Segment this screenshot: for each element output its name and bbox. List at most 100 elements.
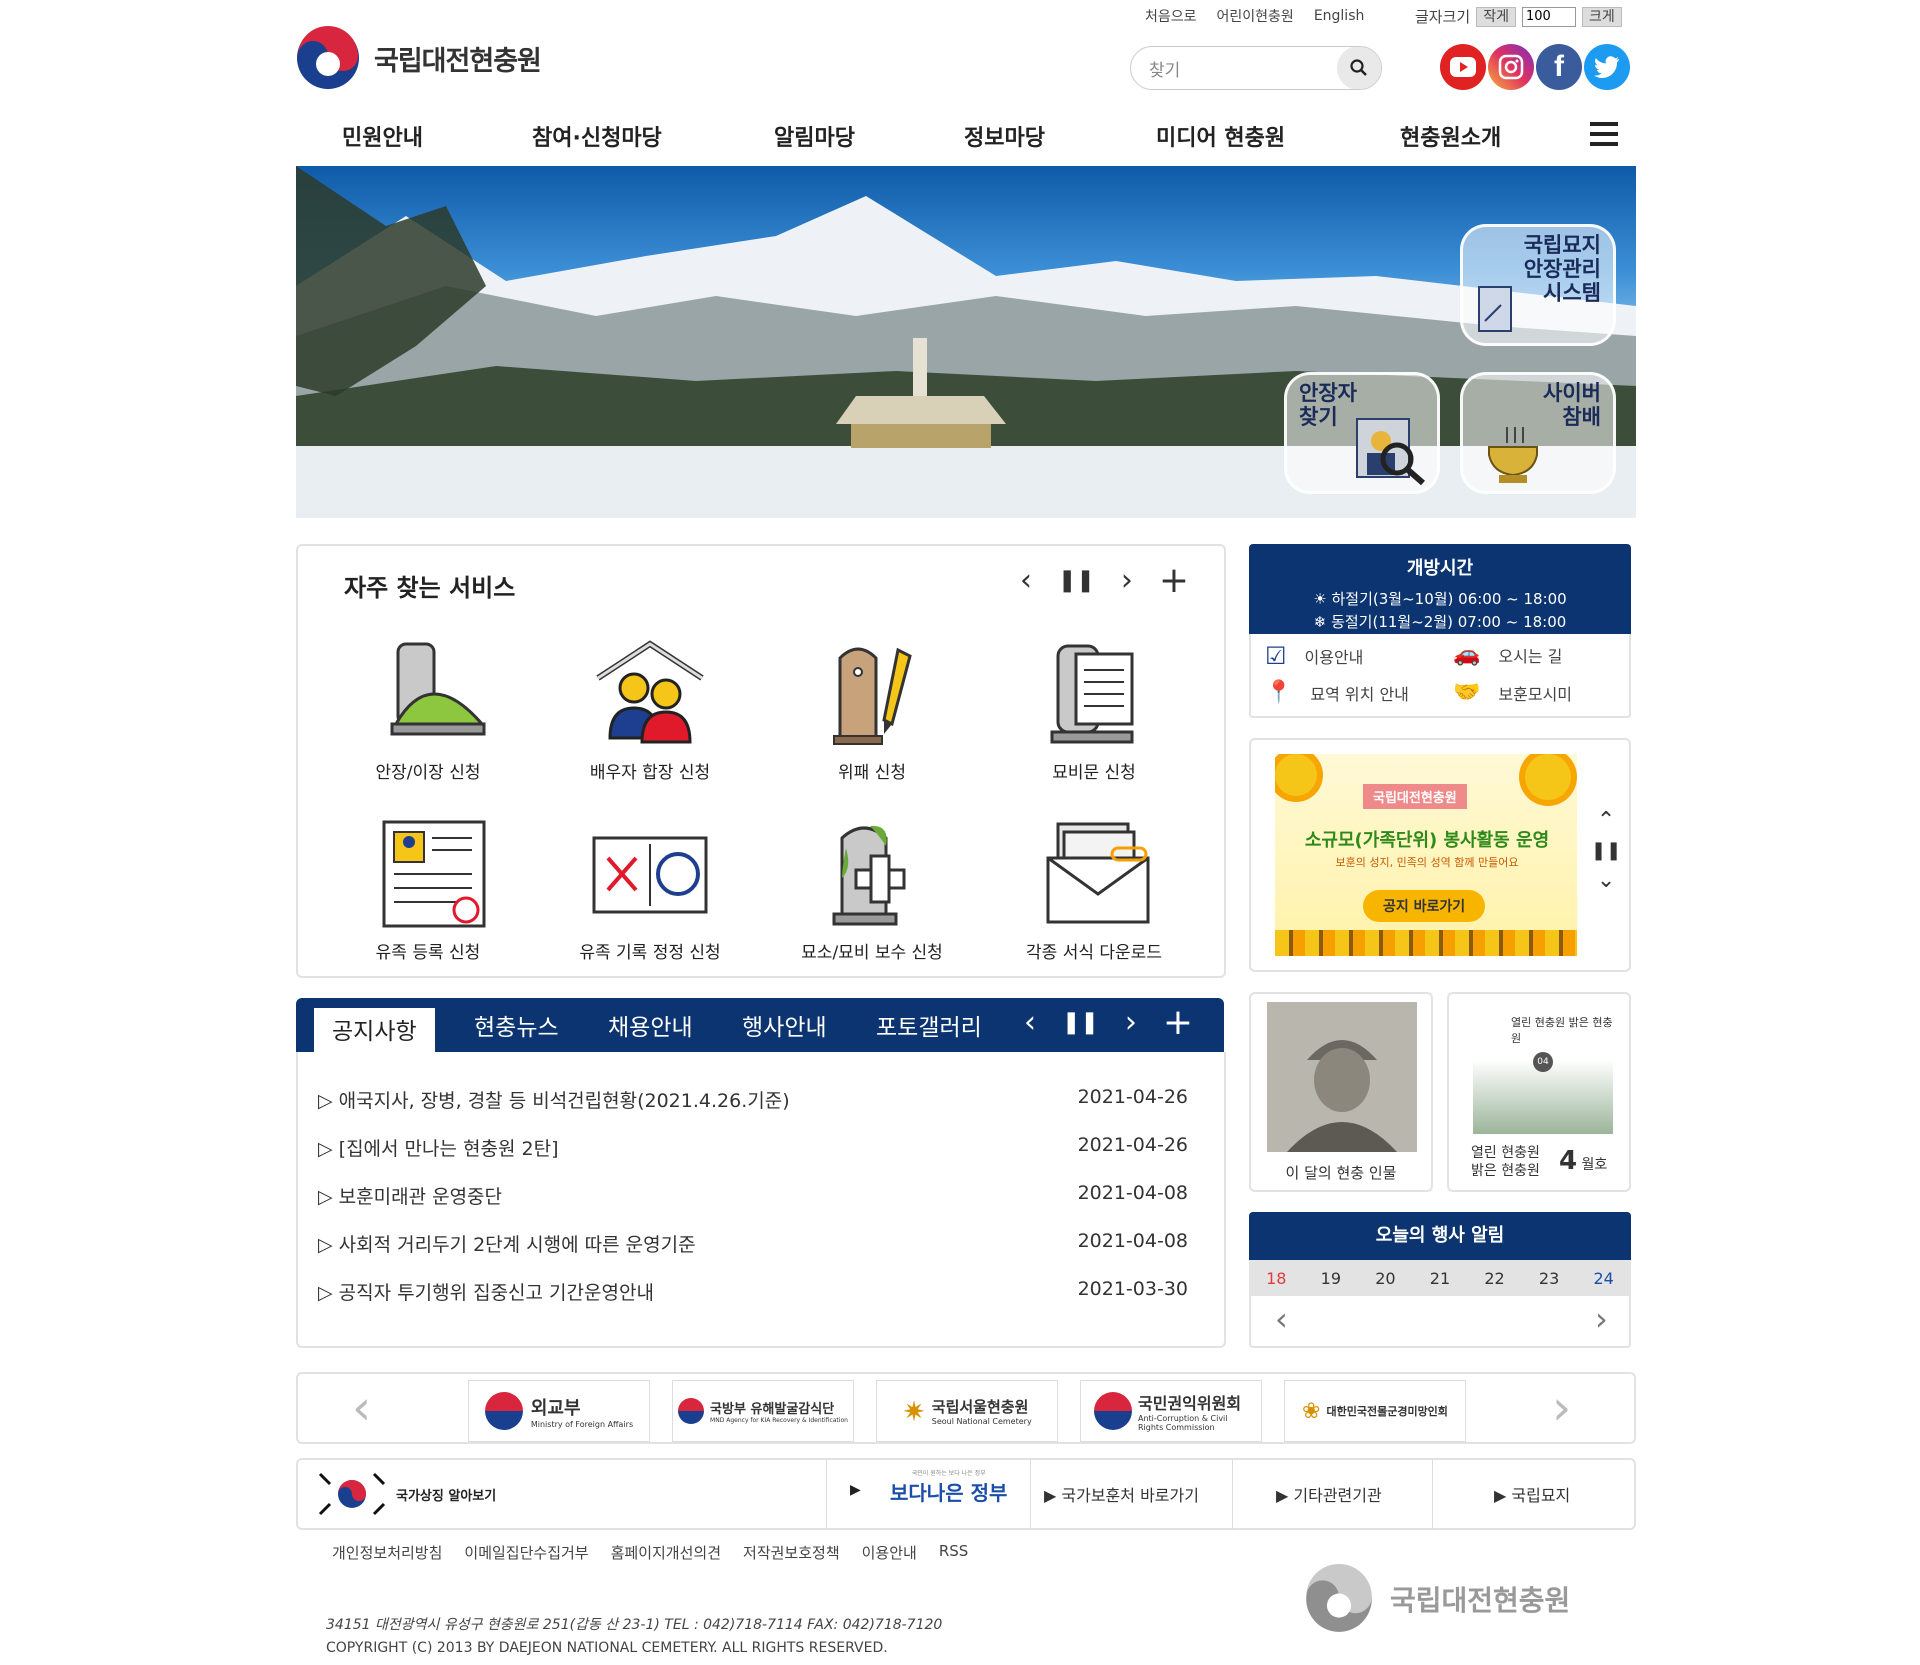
nav-about[interactable]: 현충원소개 bbox=[1400, 120, 1501, 152]
footer-link-guide[interactable]: 이용안내 bbox=[862, 1542, 917, 1563]
up-icon[interactable]: ⌃ bbox=[1591, 806, 1621, 836]
notice-title: ▷ 보훈미래관 운영중단 bbox=[318, 1186, 503, 1208]
services-panel: 자주 찾는 서비스 ‹ ❚❚ › + 안장/이장 신청 배우자 합장 신청 위패… bbox=[296, 544, 1226, 978]
home-link[interactable]: 처음으로 bbox=[1145, 6, 1197, 26]
facebook-icon[interactable]: f bbox=[1536, 44, 1582, 90]
footer-logo-icon bbox=[1306, 1564, 1372, 1632]
notice-row[interactable]: ▷ 사회적 거리두기 2단계 시행에 따른 운영기준 2021-04-08 bbox=[318, 1230, 1188, 1257]
nav-participation[interactable]: 참여·신청마당 bbox=[532, 120, 662, 152]
prev-partner-icon[interactable]: ‹ bbox=[352, 1380, 371, 1436]
checkbox-icon: ☑ bbox=[1265, 642, 1287, 670]
quick-link-guide[interactable]: ☑ 이용안내 bbox=[1265, 642, 1363, 670]
better-gov-link[interactable]: 국민이 원하는 보다 나은 정부 보다나은 정부 bbox=[890, 1468, 1007, 1506]
search-input[interactable]: 찾기 bbox=[1131, 56, 1337, 81]
calendar-day[interactable]: 19 bbox=[1321, 1269, 1341, 1288]
search-button[interactable] bbox=[1337, 47, 1381, 89]
tab-gallery[interactable]: 포토갤러리 bbox=[876, 1008, 982, 1042]
service-forms-download[interactable]: 각종 서식 다운로드 bbox=[994, 818, 1194, 963]
service-family-register[interactable]: 유족 등록 신청 bbox=[328, 818, 528, 963]
cyber-tribute-button[interactable]: 사이버 참배 bbox=[1460, 372, 1616, 494]
service-burial[interactable]: 안장/이장 신청 bbox=[328, 638, 528, 783]
footer-link-copyright[interactable]: 저작권보호정책 bbox=[743, 1542, 840, 1563]
partner-name: 국립서울현충원 bbox=[931, 1398, 1029, 1416]
service-grave-repair[interactable]: 묘소/묘비 보수 신청 bbox=[772, 818, 972, 963]
tab-notice[interactable]: 공지사항 bbox=[314, 1008, 435, 1054]
service-label: 안장/이장 신청 bbox=[375, 763, 481, 783]
nav-notice[interactable]: 알림마당 bbox=[774, 120, 855, 152]
prev-icon[interactable]: ‹ bbox=[1020, 563, 1032, 598]
banner-headline: 소규모(가족단위) 봉사활동 운영 bbox=[1304, 830, 1550, 851]
youtube-icon[interactable] bbox=[1440, 44, 1486, 90]
service-epitaph[interactable]: 묘비문 신청 bbox=[994, 638, 1194, 783]
notice-row[interactable]: ▷ 애국지사, 장병, 경찰 등 비석건립현황(2021.4.26.기준) 202… bbox=[318, 1086, 1188, 1113]
footer-link-rss[interactable]: RSS bbox=[939, 1542, 968, 1563]
events-title: 오늘의 행사 알림 bbox=[1249, 1212, 1631, 1260]
font-bigger-button[interactable]: 크게 bbox=[1581, 6, 1622, 27]
national-cemetery-link[interactable]: ▶ 국립묘지 bbox=[1494, 1482, 1570, 1506]
other-orgs-link[interactable]: ▶ 기타관련기관 bbox=[1276, 1482, 1382, 1506]
calendar-day[interactable]: 23 bbox=[1539, 1269, 1559, 1288]
kids-link[interactable]: 어린이현충원 bbox=[1217, 6, 1294, 26]
footer-link-privacy[interactable]: 개인정보처리방침 bbox=[332, 1542, 442, 1563]
next-icon[interactable]: › bbox=[1125, 1005, 1137, 1040]
search-box[interactable]: 찾기 bbox=[1130, 46, 1382, 90]
nav-media[interactable]: 미디어 현충원 bbox=[1156, 120, 1285, 152]
magazine-card[interactable]: 열린 현충원 밝은 현충원 04 열린 현충원 밝은 현충원 4 월호 bbox=[1447, 992, 1631, 1192]
quick-link-location[interactable]: 📍 묘역 위치 안내 bbox=[1265, 680, 1409, 705]
person-of-month-card[interactable]: 이 달의 현충 인물 bbox=[1249, 992, 1433, 1192]
pause-icon[interactable]: ❚❚ bbox=[1058, 568, 1095, 593]
quick-link-bohun[interactable]: 🤝 보훈모시미 bbox=[1453, 680, 1572, 705]
pause-icon[interactable]: ❚❚ bbox=[1062, 1010, 1099, 1035]
prev-day-icon[interactable]: ‹ bbox=[1275, 1300, 1288, 1338]
mpva-link[interactable]: ▶ 국가보훈처 바로가기 bbox=[1044, 1482, 1199, 1506]
down-icon[interactable]: ⌄ bbox=[1591, 866, 1621, 896]
notice-row[interactable]: ▷ [집에서 만나는 현충원 2탄] 2021-04-26 bbox=[318, 1134, 1188, 1161]
next-day-icon[interactable]: › bbox=[1595, 1300, 1608, 1338]
partner-snc[interactable]: ✷ 국립서울현충원 Seoul National Cemetery bbox=[876, 1380, 1058, 1442]
calendar-day[interactable]: 24 bbox=[1593, 1269, 1613, 1288]
partner-mofa[interactable]: 외교부 Ministry of Foreign Affairs bbox=[468, 1380, 650, 1442]
menu-icon[interactable] bbox=[1590, 122, 1618, 152]
footer-link-email[interactable]: 이메일집단수집거부 bbox=[464, 1542, 588, 1563]
taegeuk-icon bbox=[484, 1392, 523, 1430]
calendar-day[interactable]: 22 bbox=[1484, 1269, 1504, 1288]
magazine-month: 4 월호 bbox=[1559, 1146, 1607, 1176]
font-size-label: 글자크기 bbox=[1415, 8, 1471, 26]
instagram-icon[interactable] bbox=[1488, 44, 1534, 90]
find-buried-button[interactable]: 안장자 찾기 bbox=[1284, 372, 1440, 494]
pause-icon[interactable]: ❚❚ bbox=[1591, 836, 1621, 866]
site-logo[interactable]: 국립대전현충원 bbox=[296, 26, 542, 90]
notice-row[interactable]: ▷ 공직자 투기행위 집중신고 기간운영안내 2021-03-30 bbox=[318, 1278, 1188, 1305]
english-link[interactable]: English bbox=[1314, 8, 1365, 24]
calendar-day[interactable]: 21 bbox=[1430, 1269, 1450, 1288]
prev-icon[interactable]: ‹ bbox=[1024, 1005, 1036, 1040]
opening-hours: 개방시간 ☀ 하절기(3월~10월) 06:00 ~ 18:00 ❄ 동절기(1… bbox=[1249, 544, 1631, 634]
tab-news[interactable]: 현충뉴스 bbox=[474, 1008, 559, 1042]
font-smaller-button[interactable]: 작게 bbox=[1476, 6, 1516, 27]
calendar-day[interactable]: 20 bbox=[1375, 1269, 1395, 1288]
next-icon[interactable]: › bbox=[1121, 563, 1133, 598]
national-symbol-link[interactable]: 국가상징 알아보기 bbox=[318, 1466, 496, 1522]
partner-makri[interactable]: 국방부 유해발굴감식단 MND Agency for KIA Recovery &… bbox=[672, 1380, 854, 1442]
volunteer-banner[interactable]: 국립대전현충원 소규모(가족단위) 봉사활동 운영 보훈의 성지, 민족의 성역… bbox=[1275, 754, 1577, 956]
service-memorial-tablet[interactable]: 위패 신청 bbox=[772, 638, 972, 783]
twitter-icon[interactable] bbox=[1584, 44, 1630, 90]
nav-civil[interactable]: 민원안내 bbox=[342, 120, 423, 152]
partner-acrc[interactable]: 국민권익위원회 Anti-Corruption & Civil Rights Co… bbox=[1080, 1380, 1262, 1442]
next-partner-icon[interactable]: › bbox=[1552, 1380, 1571, 1436]
service-spouse[interactable]: 배우자 합장 신청 bbox=[550, 638, 750, 783]
grave-system-button[interactable]: 국립묘지 안장관리 시스템 bbox=[1460, 224, 1616, 346]
footer-link-feedback[interactable]: 홈페이지개선의견 bbox=[611, 1542, 721, 1563]
tab-events[interactable]: 행사안내 bbox=[742, 1008, 827, 1042]
banner-cta-button[interactable]: 공지 바로가기 bbox=[1363, 890, 1486, 922]
plus-icon[interactable]: + bbox=[1163, 1002, 1193, 1043]
quick-link-directions[interactable]: 🚗 오시는 길 bbox=[1453, 642, 1562, 667]
font-size-input[interactable] bbox=[1521, 6, 1576, 27]
service-record-correction[interactable]: 유족 기록 정정 신청 bbox=[550, 818, 750, 963]
partner-widows[interactable]: ❀ 대한민국전몰군경미망인회 bbox=[1284, 1380, 1466, 1442]
tab-recruit[interactable]: 채용안내 bbox=[608, 1008, 693, 1042]
plus-icon[interactable]: + bbox=[1159, 560, 1189, 601]
calendar-day[interactable]: 18 bbox=[1266, 1269, 1286, 1288]
notice-row[interactable]: ▷ 보훈미래관 운영중단 2021-04-08 bbox=[318, 1182, 1188, 1209]
nav-info[interactable]: 정보마당 bbox=[964, 120, 1045, 152]
